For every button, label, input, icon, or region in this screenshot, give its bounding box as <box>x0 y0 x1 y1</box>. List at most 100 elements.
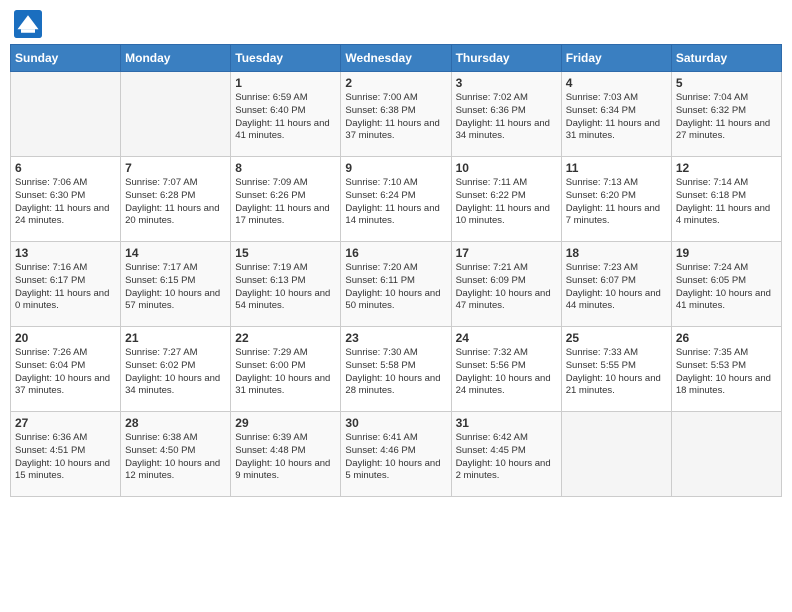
calendar-cell: 14 Sunrise: 7:17 AM Sunset: 6:15 PM Dayli… <box>121 242 231 327</box>
day-number: 30 <box>345 416 446 430</box>
day-number: 26 <box>676 331 777 345</box>
day-number: 19 <box>676 246 777 260</box>
calendar-cell: 25 Sunrise: 7:33 AM Sunset: 5:55 PM Dayli… <box>561 327 671 412</box>
calendar-cell: 11 Sunrise: 7:13 AM Sunset: 6:20 PM Dayli… <box>561 157 671 242</box>
calendar-cell: 3Sunrise: 7:02 AM Sunset: 6:36 PM Daylig… <box>451 72 561 157</box>
day-info: Sunrise: 6:42 AM Sunset: 4:45 PM Dayligh… <box>456 432 557 483</box>
day-number: 25 <box>566 331 667 345</box>
calendar-cell: 13 Sunrise: 7:16 AM Sunset: 6:17 PM Dayli… <box>11 242 121 327</box>
weekday-header-sunday: Sunday <box>11 45 121 72</box>
day-number: 15 <box>235 246 336 260</box>
day-info: Sunrise: 7:16 AM Sunset: 6:17 PM Dayligh… <box>15 262 116 313</box>
calendar-cell: 20 Sunrise: 7:26 AM Sunset: 6:04 PM Dayli… <box>11 327 121 412</box>
day-number: 2 <box>345 76 446 90</box>
day-number: 17 <box>456 246 557 260</box>
day-number: 18 <box>566 246 667 260</box>
day-info: Sunrise: 7:21 AM Sunset: 6:09 PM Dayligh… <box>456 262 557 313</box>
day-number: 13 <box>15 246 116 260</box>
day-info: Sunrise: 7:14 AM Sunset: 6:18 PM Dayligh… <box>676 177 777 228</box>
day-number: 11 <box>566 161 667 175</box>
weekday-header-thursday: Thursday <box>451 45 561 72</box>
day-number: 21 <box>125 331 226 345</box>
calendar-cell: 12Sunrise: 7:14 AM Sunset: 6:18 PM Dayli… <box>671 157 781 242</box>
day-info: Sunrise: 7:11 AM Sunset: 6:22 PM Dayligh… <box>456 177 557 228</box>
day-number: 27 <box>15 416 116 430</box>
day-number: 28 <box>125 416 226 430</box>
calendar-cell <box>671 412 781 497</box>
calendar-cell: 21 Sunrise: 7:27 AM Sunset: 6:02 PM Dayli… <box>121 327 231 412</box>
calendar-cell: 8 Sunrise: 7:09 AM Sunset: 6:26 PM Daylig… <box>231 157 341 242</box>
calendar-header: SundayMondayTuesdayWednesdayThursdayFrid… <box>11 45 782 72</box>
day-info: Sunrise: 6:41 AM Sunset: 4:46 PM Dayligh… <box>345 432 446 483</box>
day-info: Sunrise: 7:29 AM Sunset: 6:00 PM Dayligh… <box>235 347 336 398</box>
day-number: 31 <box>456 416 557 430</box>
day-info: Sunrise: 7:20 AM Sunset: 6:11 PM Dayligh… <box>345 262 446 313</box>
day-info: Sunrise: 7:24 AM Sunset: 6:05 PM Dayligh… <box>676 262 777 313</box>
day-info: Sunrise: 7:19 AM Sunset: 6:13 PM Dayligh… <box>235 262 336 313</box>
calendar-cell <box>121 72 231 157</box>
weekday-header-friday: Friday <box>561 45 671 72</box>
day-info: Sunrise: 7:09 AM Sunset: 6:26 PM Dayligh… <box>235 177 336 228</box>
calendar-cell: 6 Sunrise: 7:06 AM Sunset: 6:30 PM Daylig… <box>11 157 121 242</box>
day-info: Sunrise: 7:07 AM Sunset: 6:28 PM Dayligh… <box>125 177 226 228</box>
day-number: 1 <box>235 76 336 90</box>
calendar-cell: 5 Sunrise: 7:04 AM Sunset: 6:32 PM Daylig… <box>671 72 781 157</box>
calendar-cell: 7Sunrise: 7:07 AM Sunset: 6:28 PM Daylig… <box>121 157 231 242</box>
calendar-cell: 31 Sunrise: 6:42 AM Sunset: 4:45 PM Dayli… <box>451 412 561 497</box>
day-number: 9 <box>345 161 446 175</box>
day-number: 10 <box>456 161 557 175</box>
day-number: 22 <box>235 331 336 345</box>
calendar-cell: 28Sunrise: 6:38 AM Sunset: 4:50 PM Dayli… <box>121 412 231 497</box>
weekday-header-monday: Monday <box>121 45 231 72</box>
day-info: Sunrise: 7:00 AM Sunset: 6:38 PM Dayligh… <box>345 92 446 143</box>
calendar-cell: 4 Sunrise: 7:03 AM Sunset: 6:34 PM Daylig… <box>561 72 671 157</box>
day-number: 24 <box>456 331 557 345</box>
day-number: 23 <box>345 331 446 345</box>
day-number: 20 <box>15 331 116 345</box>
calendar-cell: 2 Sunrise: 7:00 AM Sunset: 6:38 PM Daylig… <box>341 72 451 157</box>
day-info: Sunrise: 7:06 AM Sunset: 6:30 PM Dayligh… <box>15 177 116 228</box>
day-info: Sunrise: 7:03 AM Sunset: 6:34 PM Dayligh… <box>566 92 667 143</box>
day-info: Sunrise: 6:39 AM Sunset: 4:48 PM Dayligh… <box>235 432 336 483</box>
day-info: Sunrise: 7:26 AM Sunset: 6:04 PM Dayligh… <box>15 347 116 398</box>
day-info: Sunrise: 7:27 AM Sunset: 6:02 PM Dayligh… <box>125 347 226 398</box>
logo <box>14 10 46 38</box>
day-number: 29 <box>235 416 336 430</box>
weekday-header-saturday: Saturday <box>671 45 781 72</box>
calendar-cell: 29 Sunrise: 6:39 AM Sunset: 4:48 PM Dayli… <box>231 412 341 497</box>
day-info: Sunrise: 7:32 AM Sunset: 5:56 PM Dayligh… <box>456 347 557 398</box>
day-number: 8 <box>235 161 336 175</box>
page-header <box>10 10 782 38</box>
calendar-cell: 19 Sunrise: 7:24 AM Sunset: 6:05 PM Dayli… <box>671 242 781 327</box>
logo-icon <box>14 10 42 38</box>
day-info: Sunrise: 7:04 AM Sunset: 6:32 PM Dayligh… <box>676 92 777 143</box>
calendar-cell: 9Sunrise: 7:10 AM Sunset: 6:24 PM Daylig… <box>341 157 451 242</box>
day-number: 14 <box>125 246 226 260</box>
calendar-cell: 26Sunrise: 7:35 AM Sunset: 5:53 PM Dayli… <box>671 327 781 412</box>
calendar-cell: 23 Sunrise: 7:30 AM Sunset: 5:58 PM Dayli… <box>341 327 451 412</box>
calendar-week-5: 27Sunrise: 6:36 AM Sunset: 4:51 PM Dayli… <box>11 412 782 497</box>
calendar-week-1: 1Sunrise: 6:59 AM Sunset: 6:40 PM Daylig… <box>11 72 782 157</box>
calendar-week-4: 20 Sunrise: 7:26 AM Sunset: 6:04 PM Dayli… <box>11 327 782 412</box>
calendar-cell: 16 Sunrise: 7:20 AM Sunset: 6:11 PM Dayli… <box>341 242 451 327</box>
calendar-week-2: 6 Sunrise: 7:06 AM Sunset: 6:30 PM Daylig… <box>11 157 782 242</box>
day-number: 16 <box>345 246 446 260</box>
day-number: 6 <box>15 161 116 175</box>
calendar-cell: 17 Sunrise: 7:21 AM Sunset: 6:09 PM Dayli… <box>451 242 561 327</box>
day-info: Sunrise: 7:33 AM Sunset: 5:55 PM Dayligh… <box>566 347 667 398</box>
day-info: Sunrise: 7:30 AM Sunset: 5:58 PM Dayligh… <box>345 347 446 398</box>
day-number: 5 <box>676 76 777 90</box>
day-number: 4 <box>566 76 667 90</box>
day-info: Sunrise: 7:13 AM Sunset: 6:20 PM Dayligh… <box>566 177 667 228</box>
calendar-cell: 30 Sunrise: 6:41 AM Sunset: 4:46 PM Dayli… <box>341 412 451 497</box>
day-info: Sunrise: 7:02 AM Sunset: 6:36 PM Dayligh… <box>456 92 557 143</box>
calendar-cell: 27Sunrise: 6:36 AM Sunset: 4:51 PM Dayli… <box>11 412 121 497</box>
day-info: Sunrise: 7:17 AM Sunset: 6:15 PM Dayligh… <box>125 262 226 313</box>
calendar-cell: 15 Sunrise: 7:19 AM Sunset: 6:13 PM Dayli… <box>231 242 341 327</box>
calendar-cell <box>11 72 121 157</box>
calendar-cell <box>561 412 671 497</box>
calendar-cell: 1Sunrise: 6:59 AM Sunset: 6:40 PM Daylig… <box>231 72 341 157</box>
weekday-header-wednesday: Wednesday <box>341 45 451 72</box>
calendar-cell: 18Sunrise: 7:23 AM Sunset: 6:07 PM Dayli… <box>561 242 671 327</box>
calendar-cell: 22 Sunrise: 7:29 AM Sunset: 6:00 PM Dayli… <box>231 327 341 412</box>
